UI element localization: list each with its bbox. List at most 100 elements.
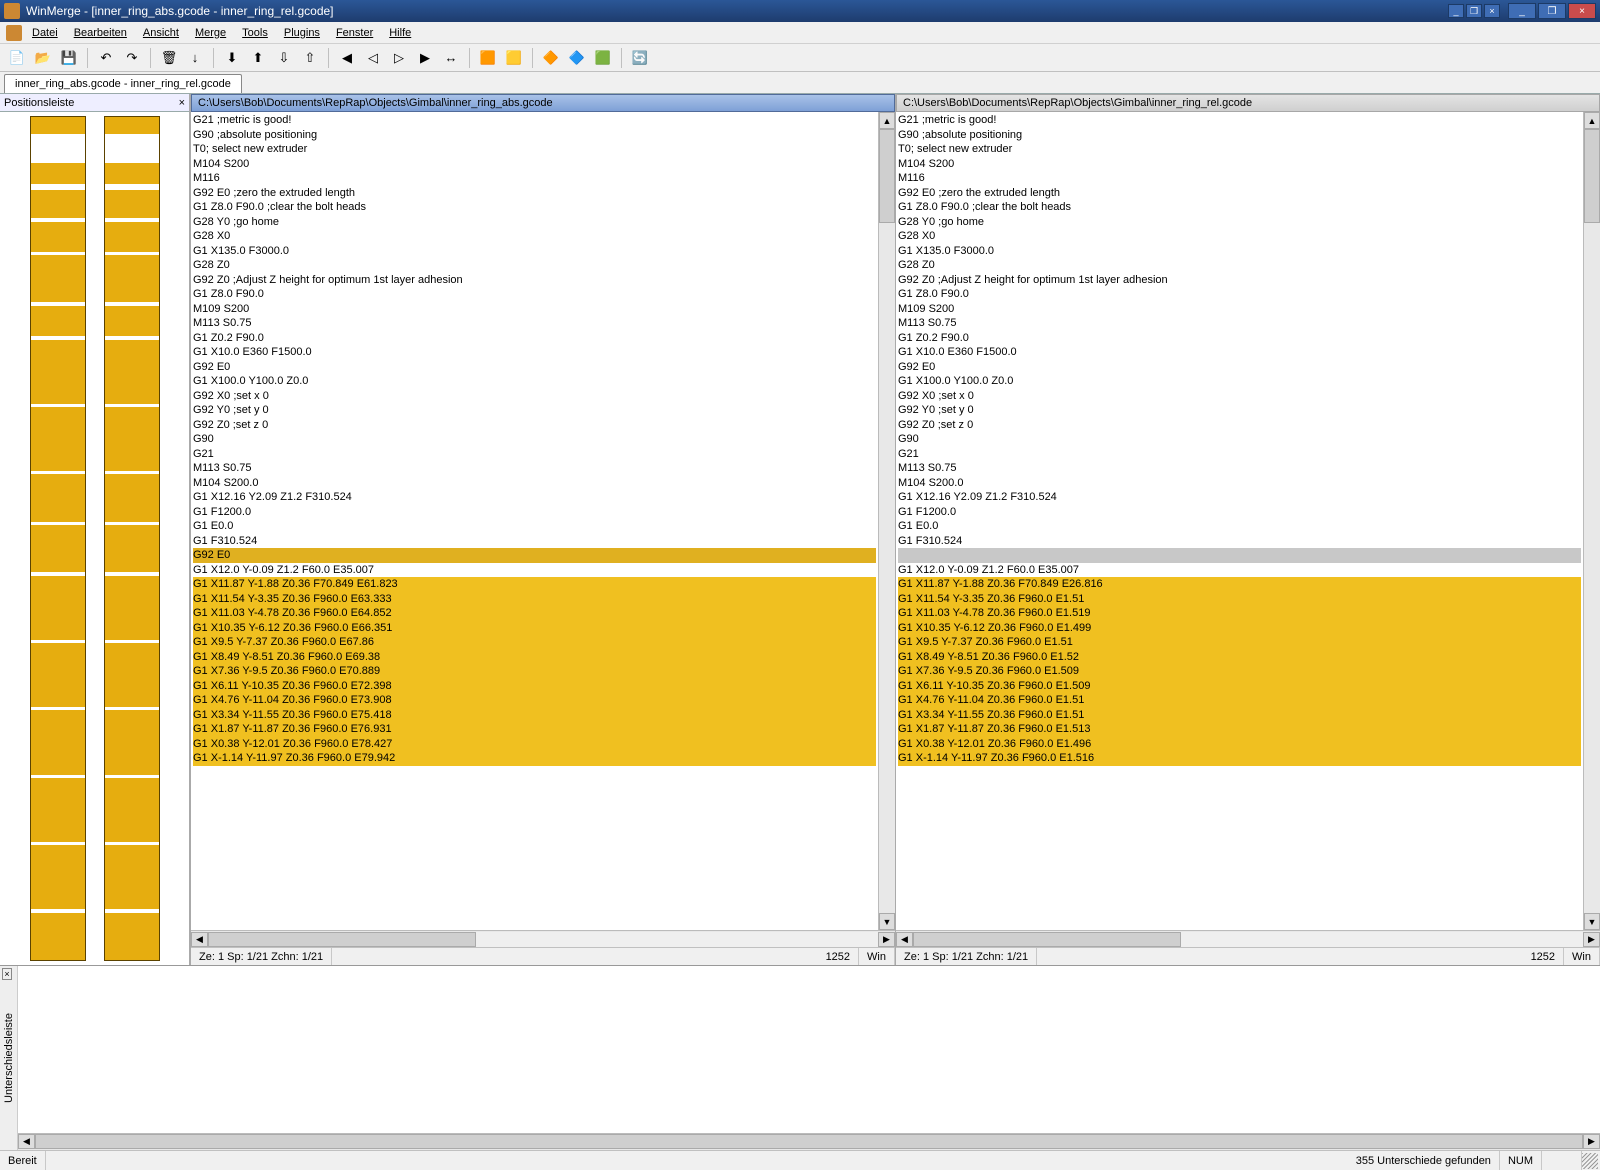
code-line-diff: G1 X6.11 Y-10.35 Z0.36 F960.0 E72.398 xyxy=(193,679,876,694)
status-diff-count: 355 Unterschiede gefunden xyxy=(1348,1151,1500,1170)
child-restore[interactable]: ❐ xyxy=(1466,4,1482,18)
toolbar-button[interactable]: ⇧ xyxy=(299,47,321,69)
maximize-button[interactable]: ❐ xyxy=(1538,3,1566,19)
menu-merge[interactable]: Merge xyxy=(189,25,232,41)
toolbar-button[interactable]: ⬇ xyxy=(221,47,243,69)
code-line: G92 Z0 ;Adjust Z height for optimum 1st … xyxy=(898,273,1581,288)
hscroll-thumb[interactable] xyxy=(208,932,476,947)
code-line-diff: G1 X3.34 Y-11.55 Z0.36 F960.0 E1.51 xyxy=(898,708,1581,723)
scroll-left-icon[interactable]: ◀ xyxy=(18,1134,35,1149)
titlebar: WinMerge - [inner_ring_abs.gcode - inner… xyxy=(0,0,1600,22)
code-line: M116 xyxy=(898,171,1581,186)
app-icon xyxy=(4,3,20,19)
scroll-right-icon[interactable]: ▶ xyxy=(1583,932,1600,947)
code-line: M109 S200 xyxy=(193,302,876,317)
code-line: G1 X12.0 Y-0.09 Z1.2 F60.0 E35.007 xyxy=(193,563,876,578)
scroll-left-icon[interactable]: ◀ xyxy=(191,932,208,947)
menu-datei[interactable]: Datei xyxy=(26,25,64,41)
code-line: G1 Z8.0 F90.0 xyxy=(898,287,1581,302)
menu-fenster[interactable]: Fenster xyxy=(330,25,379,41)
code-line: G21 xyxy=(898,447,1581,462)
right-hscroll[interactable]: ◀ ▶ xyxy=(896,930,1600,947)
right-pane: C:\Users\Bob\Documents\RepRap\Objects\Gi… xyxy=(895,94,1600,965)
left-path[interactable]: C:\Users\Bob\Documents\RepRap\Objects\Gi… xyxy=(191,94,895,112)
toolbar-button[interactable]: 🔷 xyxy=(566,47,588,69)
location-map-right[interactable] xyxy=(104,116,160,961)
toolbar-button[interactable]: ⬆ xyxy=(247,47,269,69)
toolbar-button[interactable]: 🟩 xyxy=(592,47,614,69)
toolbar-button[interactable]: ↶ xyxy=(95,47,117,69)
resize-grip-icon[interactable] xyxy=(1582,1153,1598,1169)
scroll-right-icon[interactable]: ▶ xyxy=(1583,1134,1600,1149)
scroll-left-icon[interactable]: ◀ xyxy=(896,932,913,947)
scroll-thumb[interactable] xyxy=(879,129,895,223)
scroll-thumb[interactable] xyxy=(1584,129,1600,223)
toolbar-button[interactable]: 🟧 xyxy=(477,47,499,69)
child-close[interactable]: × xyxy=(1484,4,1500,18)
toolbar-button[interactable]: ⇩ xyxy=(273,47,295,69)
location-map-left[interactable] xyxy=(30,116,86,961)
left-vscroll[interactable]: ▲ ▼ xyxy=(878,112,895,930)
toolbar-button[interactable]: ↷ xyxy=(121,47,143,69)
right-editor[interactable]: G21 ;metric is good!G90 ;absolute positi… xyxy=(896,112,1583,930)
toolbar-button[interactable]: ▶ xyxy=(414,47,436,69)
scroll-right-icon[interactable]: ▶ xyxy=(878,932,895,947)
scroll-up-icon[interactable]: ▲ xyxy=(1584,112,1600,129)
code-line: G1 X100.0 Y100.0 Z0.0 xyxy=(898,374,1581,389)
left-editor[interactable]: G21 ;metric is good!G90 ;absolute positi… xyxy=(191,112,878,930)
code-line-diff: G1 X7.36 Y-9.5 Z0.36 F960.0 E70.889 xyxy=(193,664,876,679)
hscroll-thumb[interactable] xyxy=(913,932,1181,947)
right-eol: Win xyxy=(1564,948,1600,965)
code-line-diff: G1 X0.38 Y-12.01 Z0.36 F960.0 E78.427 xyxy=(193,737,876,752)
scroll-down-icon[interactable]: ▼ xyxy=(879,913,895,930)
toolbar-button[interactable]: ◀ xyxy=(336,47,358,69)
scroll-down-icon[interactable]: ▼ xyxy=(1584,913,1600,930)
toolbar-button[interactable]: 🟨 xyxy=(503,47,525,69)
scroll-up-icon[interactable]: ▲ xyxy=(879,112,895,129)
statusbar: Bereit 355 Unterschiede gefunden NUM xyxy=(0,1150,1600,1170)
toolbar-button[interactable]: 🔶 xyxy=(540,47,562,69)
toolbar-button[interactable]: 🔄 xyxy=(629,47,651,69)
menu-ansicht[interactable]: Ansicht xyxy=(137,25,185,41)
location-bar-panel: Positionsleiste × xyxy=(0,94,190,965)
toolbar-button[interactable]: 📄 xyxy=(6,47,28,69)
diff-panel-close[interactable]: × xyxy=(2,968,12,980)
diff-detail-panel: × Unterschiedsleiste ◀ ▶ xyxy=(0,965,1600,1150)
code-line: G1 F310.524 xyxy=(193,534,876,549)
code-line: G1 X135.0 F3000.0 xyxy=(193,244,876,259)
toolbar-button[interactable]: 💾 xyxy=(58,47,80,69)
diff-panel-hscroll[interactable]: ◀ ▶ xyxy=(18,1133,1600,1150)
menu-bearbeiten[interactable]: Bearbeiten xyxy=(68,25,133,41)
code-line: G92 Y0 ;set y 0 xyxy=(193,403,876,418)
close-button[interactable]: × xyxy=(1568,3,1596,19)
diff-panel-content[interactable] xyxy=(18,966,1600,1133)
toolbar-button[interactable]: 🗑 xyxy=(158,47,180,69)
menu-tools[interactable]: Tools xyxy=(236,25,274,41)
code-line: M109 S200 xyxy=(898,302,1581,317)
location-bar-close[interactable]: × xyxy=(179,97,185,109)
code-line: G1 X135.0 F3000.0 xyxy=(898,244,1581,259)
child-minimize[interactable]: _ xyxy=(1448,4,1464,18)
right-vscroll[interactable]: ▲ ▼ xyxy=(1583,112,1600,930)
left-eol: Win xyxy=(859,948,895,965)
toolbar-button[interactable]: ◁ xyxy=(362,47,384,69)
document-icon[interactable] xyxy=(6,25,22,41)
toolbar-button[interactable]: ▷ xyxy=(388,47,410,69)
code-line: M104 S200.0 xyxy=(193,476,876,491)
toolbar-button[interactable]: ↔ xyxy=(440,47,462,69)
code-line-diff: G1 X1.87 Y-11.87 Z0.36 F960.0 E76.931 xyxy=(193,722,876,737)
right-path[interactable]: C:\Users\Bob\Documents\RepRap\Objects\Gi… xyxy=(896,94,1600,112)
left-hscroll[interactable]: ◀ ▶ xyxy=(191,930,895,947)
toolbar-button[interactable]: 📂 xyxy=(32,47,54,69)
code-line: G1 X10.0 E360 F1500.0 xyxy=(898,345,1581,360)
code-line-diff: G1 X7.36 Y-9.5 Z0.36 F960.0 E1.509 xyxy=(898,664,1581,679)
hscroll-thumb[interactable] xyxy=(35,1134,1583,1149)
menu-plugins[interactable]: Plugins xyxy=(278,25,326,41)
toolbar-button[interactable]: ↓ xyxy=(184,47,206,69)
minimize-button[interactable]: _ xyxy=(1508,3,1536,19)
menu-hilfe[interactable]: Hilfe xyxy=(383,25,417,41)
code-line: M116 xyxy=(193,171,876,186)
tab-comparison[interactable]: inner_ring_abs.gcode - inner_ring_rel.gc… xyxy=(4,74,242,93)
code-line-diff: G1 X1.87 Y-11.87 Z0.36 F960.0 E1.513 xyxy=(898,722,1581,737)
code-line: G1 X12.0 Y-0.09 Z1.2 F60.0 E35.007 xyxy=(898,563,1581,578)
